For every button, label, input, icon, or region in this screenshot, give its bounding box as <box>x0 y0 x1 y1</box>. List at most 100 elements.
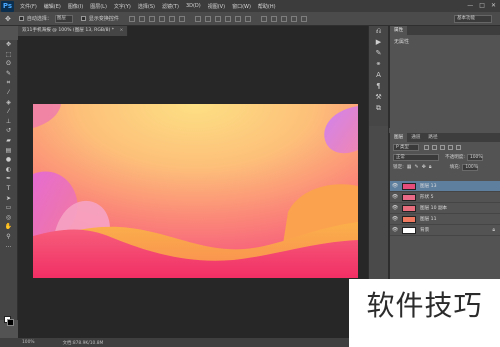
visibility-eye-icon[interactable]: 👁︎ <box>390 194 400 200</box>
visibility-eye-icon[interactable]: 👁︎ <box>390 205 400 211</box>
lasso-tool-icon[interactable]: ʘ <box>0 59 17 69</box>
layer-name[interactable]: 图层 11 <box>420 216 437 222</box>
layer-name[interactable]: 形状 5 <box>420 194 434 200</box>
align-bottom-icon[interactable] <box>148 15 155 22</box>
edit-toolbar-icon[interactable]: … <box>0 241 17 251</box>
menu-filter[interactable]: 滤镜(T) <box>162 3 179 10</box>
layer-row[interactable]: 👁︎ 图层 11 <box>390 214 500 225</box>
3d-roll-icon[interactable] <box>270 15 277 22</box>
layer-filter-dropdown[interactable]: P 类型 <box>393 143 419 151</box>
paragraph-icon[interactable]: ¶ <box>369 81 388 92</box>
distribute-bottom-icon[interactable] <box>214 15 221 22</box>
maximize-button[interactable]: □ <box>479 2 485 9</box>
menu-image[interactable]: 图像(I) <box>68 3 83 10</box>
clone-stamp-tool-icon[interactable]: ⊥ <box>0 117 17 127</box>
move-tool-icon[interactable]: ✥ <box>5 15 11 23</box>
menu-window[interactable]: 窗口(W) <box>232 3 251 10</box>
canvas[interactable] <box>33 104 358 278</box>
background-color-swatch[interactable] <box>7 319 14 326</box>
history-brush-tool-icon[interactable]: ↺ <box>0 126 17 136</box>
layer-name[interactable]: 图层 13 <box>420 183 437 189</box>
align-hcenter-icon[interactable] <box>168 15 175 22</box>
type-tool-icon[interactable]: T <box>0 184 17 194</box>
path-select-tool-icon[interactable]: ➤ <box>0 194 17 204</box>
tool-presets-icon[interactable]: ⚒ <box>369 92 388 103</box>
distribute-hcenter-icon[interactable] <box>234 15 241 22</box>
menu-file[interactable]: 文件(F) <box>20 3 37 10</box>
lock-all-icon[interactable]: 🔒︎ <box>429 164 432 170</box>
quick-select-tool-icon[interactable]: ✎ <box>0 69 17 79</box>
clone-source-icon[interactable]: ⚭ <box>369 59 388 70</box>
gradient-tool-icon[interactable]: ▤ <box>0 146 17 156</box>
brush-tool-icon[interactable]: ⁄ <box>0 107 17 117</box>
lock-pixels-icon[interactable]: ▦ <box>407 164 412 170</box>
move-tool-icon[interactable]: ✥ <box>0 40 17 50</box>
visibility-eye-icon[interactable]: 👁︎ <box>390 216 400 222</box>
auto-select-checkbox[interactable] <box>18 16 24 21</box>
distribute-top-icon[interactable] <box>194 15 201 22</box>
layer-row[interactable]: 👁︎ 形状 5 <box>390 192 500 203</box>
filter-smart-object-icon[interactable] <box>456 144 461 150</box>
visibility-eye-icon[interactable]: 👁︎ <box>390 183 400 189</box>
menu-edit[interactable]: 编辑(E) <box>44 3 61 10</box>
filter-type-icon[interactable] <box>440 144 445 150</box>
tab-paths[interactable]: 路径 <box>424 133 441 142</box>
3d-scale-icon[interactable] <box>300 15 307 22</box>
filter-shape-icon[interactable] <box>448 144 453 150</box>
transform-controls-checkbox[interactable] <box>80 16 86 21</box>
filter-pixel-icon[interactable] <box>424 144 429 150</box>
hand-tool-icon[interactable]: ✋ <box>0 222 17 232</box>
marquee-tool-icon[interactable]: ⬚ <box>0 50 17 60</box>
align-vcenter-icon[interactable] <box>138 15 145 22</box>
lock-brush-icon[interactable]: ✎ <box>414 164 418 170</box>
blur-tool-icon[interactable]: ● <box>0 155 17 165</box>
history-icon[interactable]: ⎌ <box>369 26 388 37</box>
crop-tool-icon[interactable]: ⌗ <box>0 78 17 88</box>
rectangle-tool-icon[interactable]: ▭ <box>0 203 17 213</box>
lock-position-icon[interactable]: ✥ <box>422 164 426 170</box>
3d-pan-icon[interactable] <box>280 15 287 22</box>
zoom-level[interactable]: 100% <box>22 340 35 345</box>
brush-presets-icon[interactable]: ✎ <box>369 48 388 59</box>
layer-row[interactable]: 👁︎ 背景 🔒︎ <box>390 225 500 236</box>
filter-adjustment-icon[interactable] <box>432 144 437 150</box>
3d-slide-icon[interactable] <box>290 15 297 22</box>
3d-tool-icon[interactable]: ◎ <box>0 213 17 223</box>
layer-name[interactable]: 背景 <box>420 227 429 233</box>
layer-row[interactable]: 👁︎ 图层 13 <box>390 181 500 192</box>
align-right-icon[interactable] <box>178 15 185 22</box>
actions-icon[interactable]: ▶ <box>369 37 388 48</box>
close-icon[interactable]: × <box>120 28 124 33</box>
distribute-left-icon[interactable] <box>224 15 231 22</box>
auto-select-dropdown[interactable]: 图层 <box>54 14 73 23</box>
opacity-field[interactable]: 100% <box>466 153 483 161</box>
tab-layers[interactable]: 图层 <box>390 133 408 142</box>
menu-select[interactable]: 选择(S) <box>138 3 155 10</box>
fill-field[interactable]: 100% <box>462 163 479 171</box>
align-top-icon[interactable] <box>128 15 135 22</box>
blend-mode-dropdown[interactable]: 正常 <box>393 153 439 161</box>
healing-brush-tool-icon[interactable]: ◈ <box>0 98 17 108</box>
eyedropper-tool-icon[interactable]: ⁄ <box>0 88 17 98</box>
dodge-tool-icon[interactable]: ◐ <box>0 165 17 175</box>
menu-3d[interactable]: 3D(D) <box>186 3 201 10</box>
workspace-dropdown[interactable]: 基本功能 <box>454 15 492 23</box>
eraser-tool-icon[interactable]: ▰ <box>0 136 17 146</box>
visibility-eye-icon[interactable]: 👁︎ <box>390 227 400 233</box>
align-left-icon[interactable] <box>158 15 165 22</box>
document-info[interactable]: 文档:878.9K/10.8M <box>63 340 104 346</box>
layer-row[interactable]: 👁︎ 图层 10 副本 <box>390 203 500 214</box>
layer-comps-icon[interactable]: ⧉ <box>369 103 388 114</box>
layer-name[interactable]: 图层 10 副本 <box>420 205 447 211</box>
close-button[interactable]: ✕ <box>491 2 496 9</box>
tab-channels[interactable]: 通道 <box>407 133 424 142</box>
distribute-right-icon[interactable] <box>244 15 251 22</box>
character-icon[interactable]: A <box>369 70 388 81</box>
distribute-vcenter-icon[interactable] <box>204 15 211 22</box>
zoom-tool-icon[interactable]: ⚲ <box>0 232 17 242</box>
minimize-button[interactable]: — <box>467 2 473 9</box>
menu-help[interactable]: 帮助(H) <box>258 3 276 10</box>
pen-tool-icon[interactable]: ✒ <box>0 174 17 184</box>
menu-type[interactable]: 文字(Y) <box>114 3 131 10</box>
tab-properties[interactable]: 属性 <box>390 26 408 35</box>
